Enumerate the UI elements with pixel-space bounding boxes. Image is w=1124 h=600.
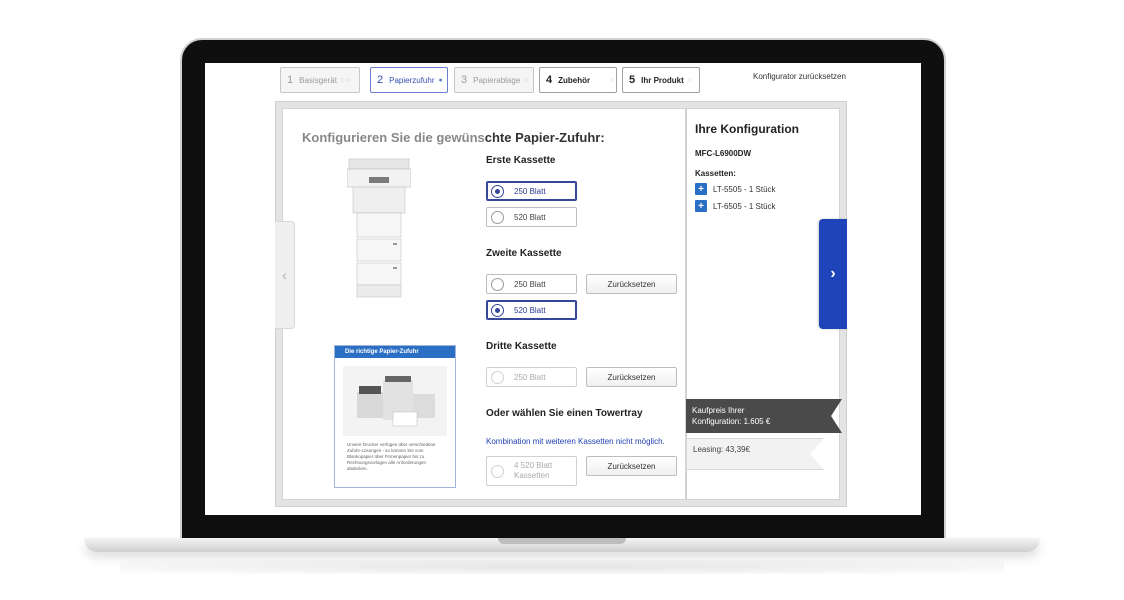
- page-title-light: Konfigurieren Sie die gewüns: [302, 130, 485, 145]
- config-item[interactable]: + LT-5505 - 1 Stück: [695, 183, 776, 195]
- second-cassette-250-option[interactable]: 250 Blatt: [486, 274, 577, 294]
- step-status-icon: ○○: [340, 76, 352, 84]
- radio-icon: [491, 303, 504, 317]
- second-cassette-label: Zweite Kassette: [486, 248, 562, 259]
- plus-icon[interactable]: +: [695, 183, 707, 195]
- laptop-notch: [498, 538, 626, 544]
- brochure-text: Unsere Drucker verfügen über verschieden…: [347, 442, 436, 471]
- second-cassette-reset-button[interactable]: Zurücksetzen: [586, 274, 677, 294]
- option-label: 250 Blatt: [514, 186, 546, 196]
- third-cassette-label: Dritte Kassette: [486, 341, 557, 352]
- brochure-card[interactable]: Die richtige Papier-Zufuhr Unsere Drucke…: [334, 345, 456, 488]
- configurator-panel: Konfigurieren Sie die gewünschte Papier-…: [275, 101, 847, 507]
- paper-feed-panel: Konfigurieren Sie die gewünschte Papier-…: [282, 108, 686, 500]
- option-label: 4 520 Blatt Kassetten: [514, 461, 552, 481]
- towertray-reset-button[interactable]: Zurücksetzen: [586, 456, 677, 476]
- step-number: 2: [377, 74, 384, 86]
- step-ihr-produkt[interactable]: 5 Ihr Produkt ○: [622, 67, 700, 93]
- page-title: Konfigurieren Sie die gewünschte Papier-…: [302, 130, 605, 145]
- step-label: Papierablage: [473, 75, 521, 85]
- towertray-note: Kombination mit weiteren Kassetten nicht…: [486, 437, 665, 446]
- radio-icon: [491, 370, 504, 384]
- first-cassette-520-option[interactable]: 520 Blatt: [486, 207, 577, 227]
- brochure-image: [343, 366, 447, 436]
- third-cassette-250-option[interactable]: 250 Blatt: [486, 367, 577, 387]
- step-number: 5: [629, 74, 636, 86]
- step-papierzufuhr[interactable]: 2 Papierzufuhr ●: [370, 67, 448, 93]
- price-line1: Kaufpreis Ihrer: [692, 406, 745, 415]
- price-line2: Konfiguration: 1.605 €: [692, 417, 771, 426]
- towertray-option[interactable]: 4 520 Blatt Kassetten: [486, 456, 577, 486]
- towertray-label: Oder wählen Sie einen Towertray: [486, 408, 643, 419]
- config-model: MFC-L6900DW: [695, 149, 752, 158]
- step-number: 3: [461, 74, 468, 86]
- chevron-left-icon[interactable]: ‹: [275, 221, 295, 329]
- printer-image: [347, 158, 411, 298]
- price-badge: Kaufpreis Ihrer Konfiguration: 1.605 €: [686, 399, 842, 433]
- step-label: Ihr Produkt: [641, 75, 684, 85]
- option-label: 250 Blatt: [514, 279, 546, 289]
- radio-icon: [491, 277, 504, 291]
- first-cassette-label: Erste Kassette: [486, 155, 556, 166]
- config-cassettes-label: Kassetten:: [695, 169, 736, 178]
- stage: 1 Basisgerät ○○ 2 Papierzufuhr ● 3 Papie…: [0, 0, 1124, 600]
- option-label-line1: 4 520 Blatt: [514, 461, 553, 470]
- config-item-label: LT-6505 - 1 Stück: [713, 201, 776, 211]
- step-label: Basisgerät: [299, 75, 337, 85]
- leasing-badge: Leasing: 43,39€: [686, 438, 824, 470]
- radio-icon: [491, 184, 504, 198]
- brochure-title: Die richtige Papier-Zufuhr: [335, 346, 455, 358]
- step-status-icon: ○: [610, 76, 616, 84]
- laptop-shadow: [120, 560, 1004, 574]
- config-item[interactable]: + LT-6505 - 1 Stück: [695, 200, 776, 212]
- reset-configurator-link[interactable]: Konfigurator zurücksetzen: [753, 72, 846, 81]
- step-basisgeraet[interactable]: 1 Basisgerät ○○: [280, 67, 360, 93]
- radio-icon: [491, 210, 504, 224]
- step-status-icon: ○: [524, 76, 530, 84]
- step-label: Papierzufuhr: [389, 75, 435, 85]
- option-label: 520 Blatt: [514, 212, 546, 222]
- page-title-dark: chte Papier-Zufuhr:: [484, 130, 605, 145]
- option-label: 520 Blatt: [514, 305, 546, 315]
- step-number: 4: [546, 74, 553, 86]
- radio-icon: [491, 464, 504, 478]
- first-cassette-250-option[interactable]: 250 Blatt: [486, 181, 577, 201]
- option-label: 250 Blatt: [514, 372, 546, 382]
- config-title: Ihre Konfiguration: [695, 122, 799, 136]
- plus-icon[interactable]: +: [695, 200, 707, 212]
- step-status-icon: ●: [438, 76, 444, 84]
- step-label: Zubehör: [558, 75, 591, 85]
- third-cassette-reset-button[interactable]: Zurücksetzen: [586, 367, 677, 387]
- chevron-right-icon[interactable]: ›: [819, 219, 847, 329]
- option-label-line2: Kassetten: [514, 471, 550, 480]
- second-cassette-520-option[interactable]: 520 Blatt: [486, 300, 577, 320]
- step-status-icon: ○: [687, 76, 694, 84]
- config-item-label: LT-5505 - 1 Stück: [713, 184, 776, 194]
- brochure-printers-image: [357, 376, 435, 427]
- step-number: 1: [287, 74, 294, 86]
- step-papierablage[interactable]: 3 Papierablage ○: [454, 67, 534, 93]
- laptop-screen: 1 Basisgerät ○○ 2 Papierzufuhr ● 3 Papie…: [205, 63, 921, 515]
- step-zubehoer[interactable]: 4 Zubehör ○: [539, 67, 617, 93]
